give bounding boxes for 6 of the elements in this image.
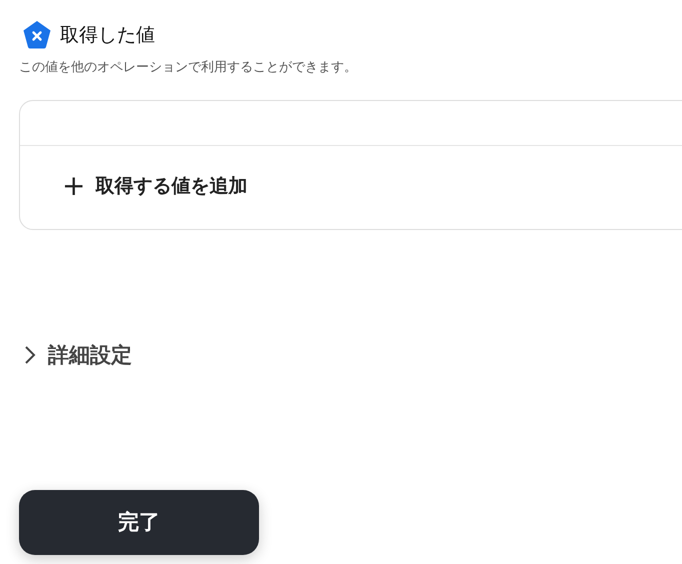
add-value-button[interactable]: + 取得する値を追加: [62, 172, 248, 200]
advanced-settings-toggle[interactable]: 詳細設定: [22, 340, 132, 371]
section-description: この値を他のオペレーションで利用することができます。: [19, 59, 358, 77]
pentagon-x-icon: [22, 20, 52, 50]
section-title: 取得した値: [60, 22, 155, 48]
done-button[interactable]: 完了: [19, 490, 259, 555]
